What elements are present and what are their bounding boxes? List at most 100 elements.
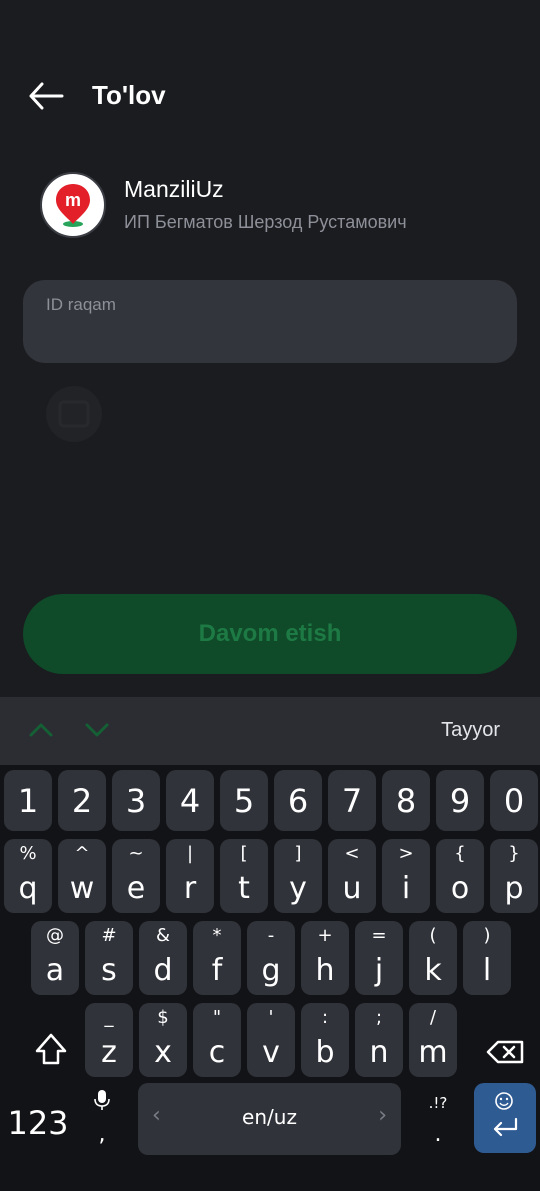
id-field[interactable]: ID raqam: [23, 280, 517, 363]
previous-field-button[interactable]: [24, 715, 58, 745]
key-r-label: r: [183, 871, 197, 906]
key-8[interactable]: 8: [382, 770, 430, 831]
key-j[interactable]: = j: [355, 921, 403, 995]
shift-icon: [35, 1033, 67, 1065]
key-o[interactable]: {o: [436, 839, 484, 913]
key-1-label: 1: [17, 781, 39, 820]
key-1[interactable]: 1: [4, 770, 52, 831]
key-c-hint: ": [212, 1007, 222, 1028]
key-j-label: j: [374, 953, 384, 988]
key-w-label: w: [69, 871, 95, 906]
key-z-label: z: [101, 1035, 117, 1070]
key-e[interactable]: ~ e: [112, 839, 160, 913]
logo-letter: m: [65, 190, 81, 210]
key-4[interactable]: 4: [166, 770, 214, 831]
key-h[interactable]: + h: [301, 921, 349, 995]
key-q-hint: %: [19, 843, 37, 864]
key-r[interactable]: | r: [166, 839, 214, 913]
key-d-hint: &: [155, 925, 171, 946]
key-s-label: s: [101, 953, 117, 988]
shift-key[interactable]: [22, 1021, 80, 1083]
comma-key[interactable]: ,: [82, 1083, 122, 1157]
merchant-owner: ИП Бегматов Шерзод Рустамович: [124, 212, 407, 232]
id-input[interactable]: [46, 322, 486, 350]
key-o-hint: {: [454, 843, 466, 864]
period-key[interactable]: .!? .: [416, 1083, 460, 1157]
key-y[interactable]: ] y: [274, 839, 322, 913]
continue-button[interactable]: Davom etish: [23, 594, 517, 674]
comma-key-label: ,: [98, 1122, 106, 1147]
backspace-icon: [486, 1040, 524, 1064]
key-6-label: 6: [287, 781, 309, 820]
map-pin-logo-icon: m: [56, 184, 90, 227]
key-b[interactable]: :b: [301, 1003, 349, 1077]
key-2[interactable]: 2: [58, 770, 106, 831]
backspace-key[interactable]: [474, 1021, 536, 1083]
next-field-button[interactable]: [80, 715, 114, 745]
key-7[interactable]: 7: [328, 770, 376, 831]
key-5-label: 5: [233, 781, 255, 820]
key-e-hint: ~: [128, 843, 144, 864]
app-header: To'lov: [0, 60, 540, 130]
key-6[interactable]: 6: [274, 770, 322, 831]
key-k-label: k: [424, 953, 442, 988]
key-5[interactable]: 5: [220, 770, 268, 831]
key-t[interactable]: [t: [220, 839, 268, 913]
key-x[interactable]: $ x: [139, 1003, 187, 1077]
key-i[interactable]: > i: [382, 839, 430, 913]
key-j-hint: =: [371, 925, 387, 946]
key-s-hint: #: [101, 925, 117, 946]
key-g[interactable]: -g: [247, 921, 295, 995]
key-q[interactable]: % q: [4, 839, 52, 913]
key-9[interactable]: 9: [436, 770, 484, 831]
key-7-label: 7: [341, 781, 363, 820]
key-o-label: o: [450, 871, 470, 906]
key-d[interactable]: & d: [139, 921, 187, 995]
merchant-info: m ManziliUz ИП Бегматов Шерзод Рустамови…: [40, 172, 520, 238]
key-k[interactable]: (k: [409, 921, 457, 995]
done-button[interactable]: Tayyor: [441, 719, 500, 742]
key-b-hint: :: [321, 1007, 329, 1028]
key-a-label: a: [45, 953, 65, 988]
key-l[interactable]: ) l: [463, 921, 511, 995]
key-z[interactable]: _ z: [85, 1003, 133, 1077]
key-3[interactable]: 3: [112, 770, 160, 831]
key-s[interactable]: # s: [85, 921, 133, 995]
symbols-key[interactable]: 123: [0, 1083, 76, 1157]
key-v-label: v: [262, 1035, 280, 1070]
id-field-label: ID raqam: [46, 295, 116, 314]
key-x-hint: $: [157, 1007, 169, 1028]
key-i-label: i: [401, 871, 411, 906]
chevron-down-icon: [85, 723, 109, 737]
key-g-hint: -: [267, 925, 275, 946]
key-x-label: x: [154, 1035, 172, 1070]
keyboard: 1 2 3 4 5 6 7 8 9 0% q ^ w ~ e | r[t] y < u > i{o} p @ a # s & d * f - g…: [0, 765, 540, 1191]
key-0-label: 0: [503, 781, 525, 820]
key-w-hint: ^: [74, 843, 90, 864]
key-m[interactable]: / m: [409, 1003, 457, 1077]
key-y-label: y: [289, 871, 307, 906]
key-c[interactable]: " c: [193, 1003, 241, 1077]
merchant-logo: m: [40, 172, 106, 238]
key-a[interactable]: @ a: [31, 921, 79, 995]
key-u[interactable]: < u: [328, 839, 376, 913]
key-v[interactable]: ' v: [247, 1003, 295, 1077]
space-key[interactable]: ‹ en/uz ›: [138, 1083, 401, 1155]
key-f-label: f: [211, 953, 223, 988]
key-w[interactable]: ^ w: [58, 839, 106, 913]
key-m-hint: /: [429, 1007, 437, 1028]
key-z-hint: _: [104, 1007, 114, 1028]
scan-icon: [38, 378, 114, 448]
enter-key[interactable]: [474, 1083, 536, 1153]
key-0[interactable]: 0: [490, 770, 538, 831]
key-p-hint: }: [508, 843, 520, 864]
key-r-hint: |: [186, 843, 194, 864]
key-g-label: g: [261, 953, 281, 988]
key-4-label: 4: [179, 781, 201, 820]
emoji-icon: [495, 1092, 513, 1110]
key-2-label: 2: [71, 781, 93, 820]
key-f[interactable]: * f: [193, 921, 241, 995]
key-n[interactable]: ; n: [355, 1003, 403, 1077]
back-button[interactable]: [22, 72, 70, 120]
key-p[interactable]: } p: [490, 839, 538, 913]
